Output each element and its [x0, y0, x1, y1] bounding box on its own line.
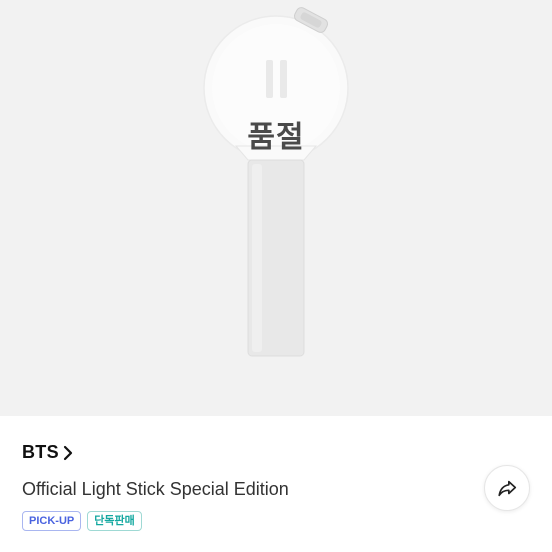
badge-list: PICK-UP 단독판매	[22, 511, 142, 531]
share-button[interactable]	[484, 465, 530, 511]
light-stick-image	[203, 7, 349, 357]
product-info: BTS Official Light Stick Special Edition…	[0, 416, 552, 552]
chevron-right-icon	[63, 445, 73, 460]
artist-link[interactable]: BTS	[22, 442, 74, 463]
share-arrow-icon	[498, 480, 517, 497]
artist-name: BTS	[22, 442, 59, 462]
exclusive-sale-badge: 단독판매	[87, 511, 142, 531]
product-detail-page: 품절 BTS Official Light Stick Special Edit…	[0, 0, 552, 552]
product-image-area[interactable]: 품절	[0, 0, 552, 416]
sold-out-label: 품절	[247, 120, 305, 155]
pickup-badge: PICK-UP	[22, 511, 82, 531]
product-title: Official Light Stick Special Edition	[22, 479, 289, 499]
